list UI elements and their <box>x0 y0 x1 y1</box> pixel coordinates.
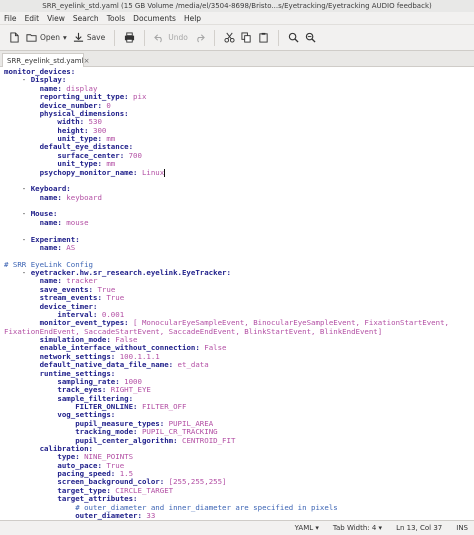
status-bar: YAML ▾ Tab Width: 4 ▾ Ln 13, Col 37 INS <box>0 520 474 535</box>
language-selector[interactable]: YAML ▾ <box>295 524 319 532</box>
menu-file[interactable]: File <box>4 14 17 23</box>
toolbar-separator <box>144 29 146 46</box>
yaml-value: AS <box>61 242 76 252</box>
yaml-value: [255,255,255] <box>164 477 227 487</box>
tab-filename: SRR_eyelink_std.yaml <box>7 56 84 65</box>
save-label: Save <box>86 33 106 42</box>
open-icon <box>26 34 37 42</box>
print-button[interactable] <box>121 28 138 48</box>
yaml-value: keyboard <box>61 192 102 202</box>
paste-icon <box>259 32 268 43</box>
yaml-value: True <box>101 293 125 303</box>
menu-documents[interactable]: Documents <box>133 14 176 23</box>
replace-icon <box>305 32 316 43</box>
yaml-key: name: <box>39 217 62 227</box>
code-line: monitor_devices: <box>0 68 474 76</box>
new-document-button[interactable] <box>6 28 23 48</box>
search-button[interactable] <box>285 28 302 48</box>
yaml-value: CENTROID_FIT <box>177 435 236 445</box>
yaml-value: Linux <box>137 167 165 177</box>
code-line: name: keyboard <box>0 192 474 202</box>
close-icon[interactable]: × <box>84 57 90 65</box>
yaml-value: FILTER_OFF <box>137 402 187 411</box>
code-line: name: AS <box>0 242 474 252</box>
toolbar-separator <box>277 29 279 46</box>
undo-label: Undo <box>168 33 188 42</box>
yaml-key: psychopy_monitor_name: <box>39 167 138 177</box>
chevron-down-icon[interactable]: ▾ <box>63 33 67 42</box>
cut-icon <box>224 32 235 43</box>
undo-button[interactable]: Undo <box>151 28 191 48</box>
copy-button[interactable] <box>238 28 255 48</box>
undo-icon <box>154 34 162 43</box>
open-button[interactable]: Open ▾ <box>23 28 70 48</box>
replace-button[interactable] <box>302 28 319 48</box>
print-icon <box>125 32 135 43</box>
copy-icon <box>241 32 251 43</box>
menu-edit[interactable]: Edit <box>25 14 40 23</box>
new-document-icon <box>10 32 19 43</box>
yaml-key: name: <box>39 192 62 202</box>
code-line: name: mouse <box>0 217 474 227</box>
menu-search[interactable]: Search <box>73 14 99 23</box>
yaml-value: False <box>199 343 227 353</box>
text-editor[interactable]: monitor_devices: - Display: name: displa… <box>0 68 474 520</box>
yaml-value: pix <box>128 92 147 102</box>
menu-tools[interactable]: Tools <box>107 14 125 23</box>
yaml-key: name: <box>39 242 62 252</box>
open-label: Open <box>40 33 61 42</box>
redo-icon <box>197 34 205 43</box>
document-tab[interactable]: SRR_eyelink_std.yaml × <box>2 53 89 67</box>
yaml-value: et_data <box>173 360 209 370</box>
code-line: psychopy_monitor_name: Linux <box>0 167 474 177</box>
window-title: SRR_eyelink_std.yaml (15 GB Volume /medi… <box>0 0 474 12</box>
toolbar-separator <box>213 29 215 46</box>
tab-width-selector[interactable]: Tab Width: 4 ▾ <box>333 524 382 532</box>
redo-button[interactable] <box>191 28 208 48</box>
toolbar: Open ▾ Save Undo <box>0 25 474 51</box>
text-cursor <box>164 168 166 177</box>
yaml-value: 700 <box>124 150 142 160</box>
yaml-value: mouse <box>61 217 89 227</box>
document-tab-bar: SRR_eyelink_std.yaml × <box>0 51 474 67</box>
menu-bar: File Edit View Search Tools Documents He… <box>0 12 474 25</box>
save-button[interactable]: Save <box>70 28 108 48</box>
toolbar-separator <box>114 29 116 46</box>
cursor-position: Ln 13, Col 37 <box>396 524 443 532</box>
menu-help[interactable]: Help <box>184 14 201 23</box>
save-icon <box>73 32 83 42</box>
search-icon <box>288 32 299 43</box>
paste-button[interactable] <box>255 28 272 48</box>
menu-view[interactable]: View <box>47 14 65 23</box>
cut-button[interactable] <box>221 28 238 48</box>
insert-mode: INS <box>456 524 468 532</box>
